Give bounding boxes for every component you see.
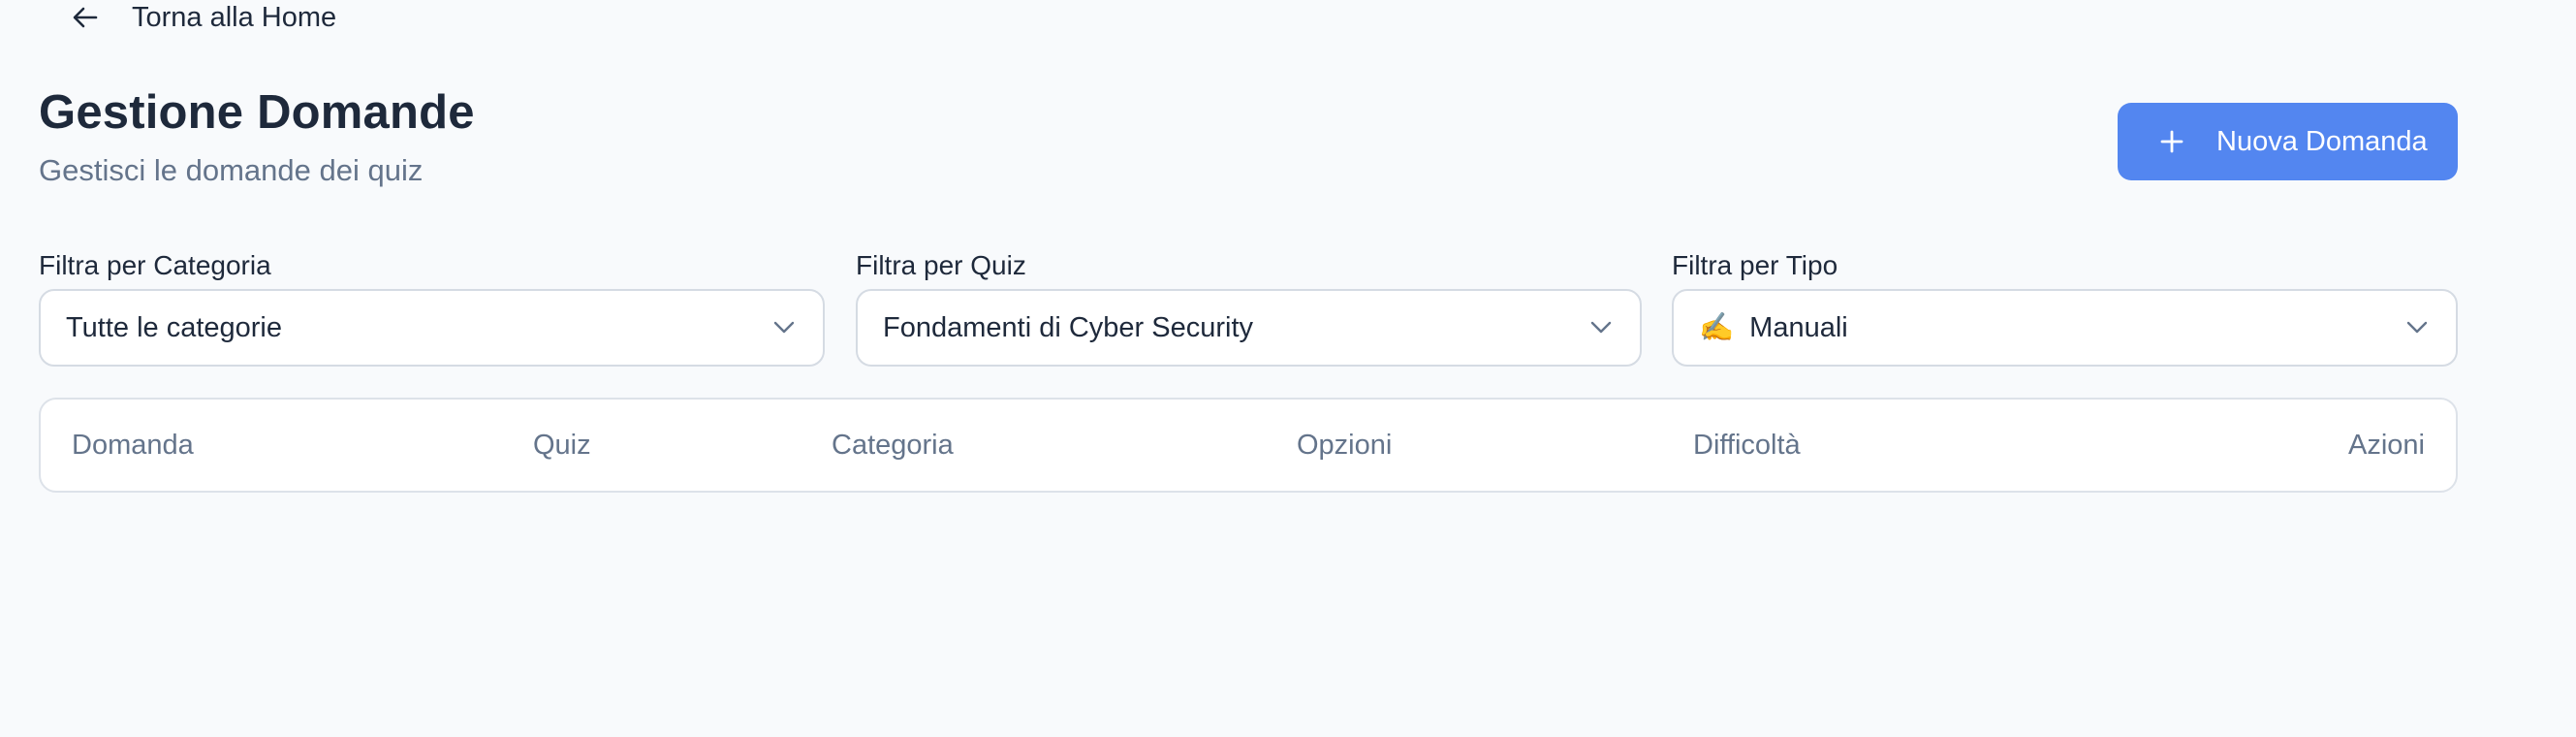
column-header-categoria[interactable]: Categoria	[832, 400, 954, 491]
type-filter-value-wrap: ✍️ Manuali	[1699, 311, 2403, 344]
quiz-filter-select[interactable]: Fondamenti di Cyber Security	[856, 289, 1642, 367]
type-filter-label: Filtra per Tipo	[1672, 250, 1838, 280]
new-question-label: Nuova Domanda	[2216, 125, 2428, 157]
column-header-difficolta[interactable]: Difficoltà	[1693, 400, 1801, 491]
category-filter-label: Filtra per Categoria	[39, 250, 271, 280]
quiz-filter-label: Filtra per Quiz	[856, 250, 1026, 280]
category-filter-value: Tutte le categorie	[66, 311, 282, 343]
column-header-opzioni[interactable]: Opzioni	[1297, 400, 1392, 491]
arrow-left-icon	[66, 0, 105, 35]
chevron-down-icon	[1587, 314, 1615, 341]
type-filter-select[interactable]: ✍️ Manuali	[1672, 289, 2458, 367]
quiz-filter-value: Fondamenti di Cyber Security	[883, 311, 1253, 343]
writing-hand-icon: ✍️	[1699, 312, 1735, 343]
plus-icon	[2160, 130, 2183, 153]
back-to-home-link[interactable]: Torna alla Home	[66, 0, 336, 35]
column-header-azioni: Azioni	[2348, 429, 2425, 461]
back-link-label: Torna alla Home	[132, 1, 337, 33]
chevron-down-icon	[2403, 314, 2431, 341]
page-subtitle: Gestisci le domande dei quiz	[39, 153, 424, 187]
page-title: Gestione Domande	[39, 86, 475, 139]
column-header-domanda[interactable]: Domanda	[72, 400, 194, 491]
category-filter-select[interactable]: Tutte le categorie	[39, 289, 825, 367]
new-question-button[interactable]: Nuova Domanda	[2118, 103, 2458, 180]
column-header-quiz[interactable]: Quiz	[533, 400, 591, 491]
chevron-down-icon	[770, 314, 798, 341]
type-filter-value: Manuali	[1749, 312, 1848, 343]
page: Torna alla Home Gestione Domande Gestisc…	[0, 0, 2576, 737]
questions-table: Domanda Quiz Categoria Opzioni Difficolt…	[39, 398, 2458, 493]
